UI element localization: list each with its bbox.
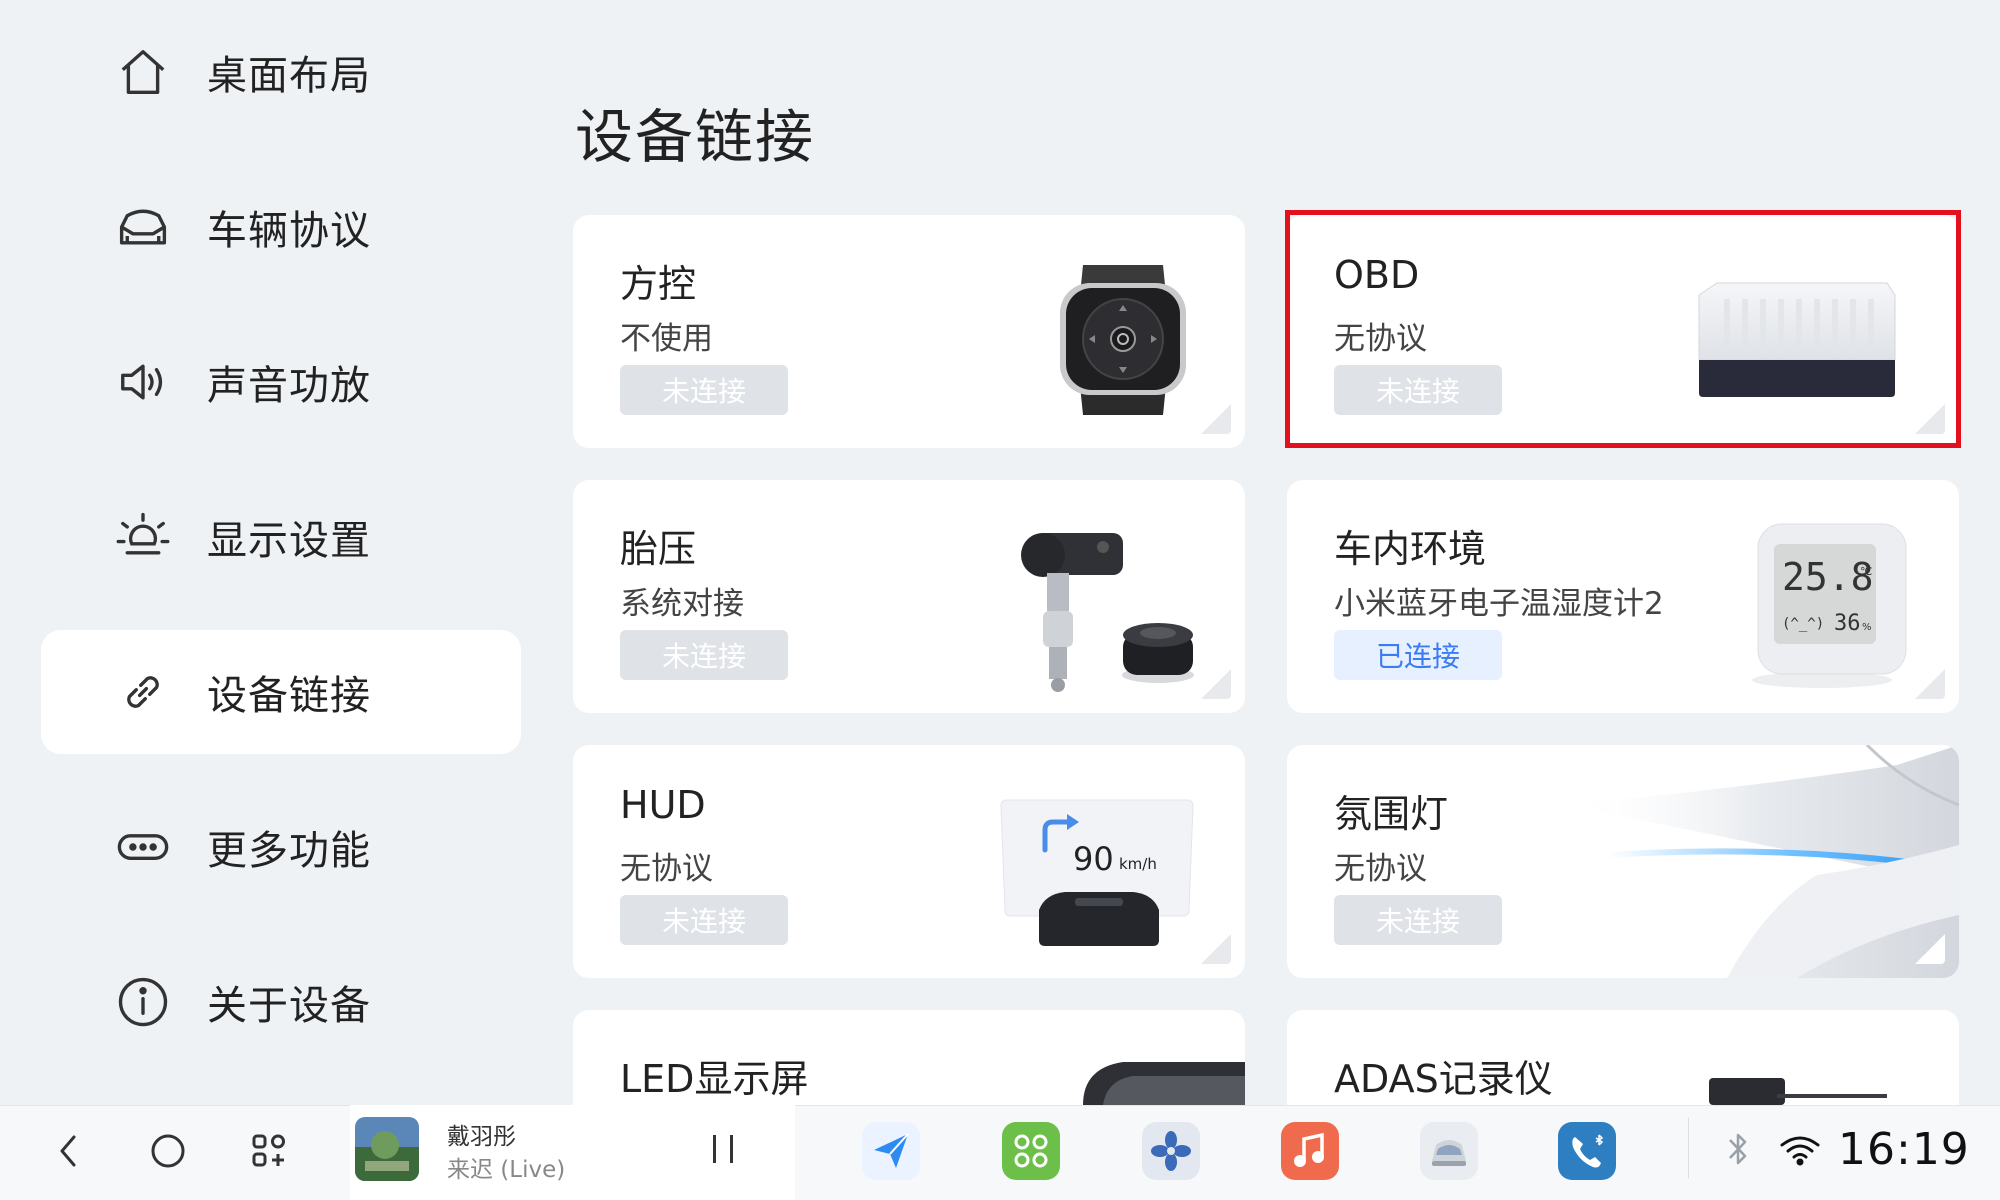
wifi-icon [1778,1133,1822,1167]
device-card-ambient-light[interactable]: 氛围灯 无协议 未连接 [1287,745,1959,978]
humidity-unit: % [1862,622,1872,633]
status-badge: 未连接 [1334,365,1502,415]
apps-app-icon[interactable] [1002,1122,1060,1180]
sidebar-item-label: 关于设备 [207,983,371,1029]
pause-icon[interactable] [710,1133,736,1165]
corner-marker [1201,934,1231,964]
phone-app-icon[interactable] [1558,1122,1616,1180]
status-badge: 已连接 [1334,630,1502,680]
corner-marker [1915,934,1945,964]
music-app-icon[interactable] [1281,1122,1339,1180]
card-subtitle: 系统对接 [620,586,744,622]
corner-marker [1201,404,1231,434]
ambient-light-image [1567,745,1959,978]
corner-marker [1201,669,1231,699]
info-icon [113,972,173,1032]
card-title: 氛围灯 [1334,792,1449,836]
status-badge: 未连接 [1334,895,1502,945]
status-badge: 未连接 [620,895,788,945]
fan-app-icon[interactable] [1142,1122,1200,1180]
link-icon [113,662,173,722]
card-subtitle: 无协议 [1334,321,1427,357]
hud-speed: 90 [1073,840,1114,878]
card-title: LED显示屏 [620,1057,809,1101]
status-badge: 未连接 [620,365,788,415]
hud-speed-unit: km/h [1119,855,1157,873]
corner-marker [1915,669,1945,699]
status-badge: 未连接 [620,630,788,680]
album-art[interactable] [355,1117,419,1181]
hud-image: 90 km/h [1000,799,1194,946]
sidebar-item-more-features[interactable]: 更多功能 [41,785,521,909]
sidebar-item-label: 声音功放 [207,363,371,409]
sidebar-item-label: 车辆协议 [207,208,371,254]
sidebar-item-desktop-layout[interactable]: 桌面布局 [41,10,521,134]
device-card-steering-control[interactable]: 方控 不使用 未连接 [573,215,1245,448]
device-card-hud[interactable]: HUD 无协议 未连接 90 km/h [573,745,1245,978]
bluetooth-icon [1725,1130,1751,1168]
status-divider [1688,1118,1689,1178]
sidebar-item-label: 桌面布局 [207,53,371,99]
sidebar-item-label: 显示设置 [207,518,371,564]
adas-recorder-image [1709,1078,1887,1105]
steering-remote-image [1060,265,1186,415]
humidity-readout: 36 [1834,611,1861,636]
car-app-icon[interactable] [1420,1122,1478,1180]
sidebar-item-label: 更多功能 [207,828,371,874]
obd-device-image [1698,282,1896,397]
media-artist: 戴羽彤 [447,1124,516,1150]
card-title: HUD [620,783,706,827]
device-card-adas-recorder[interactable]: ADAS记录仪 [1287,1010,1959,1105]
temperature-unit: ℃ [1860,565,1872,578]
speaker-icon [113,352,173,412]
card-title: 车内环境 [1334,527,1487,571]
thermometer-image: 25.8 ℃ (^_^) 36 % [1752,523,1907,688]
navigation-app-icon[interactable] [862,1122,920,1180]
led-screen-image [1083,1062,1245,1105]
sidebar: 桌面布局 车辆协议 声音功放 显示设置 设备链接 更多功能 关于设备 [0,0,540,1105]
tire-sensor-image [1021,533,1194,692]
brightness-icon [113,507,173,567]
card-subtitle: 无协议 [620,851,713,887]
device-card-obd[interactable]: OBD 无协议 未连接 [1287,215,1959,448]
home-circle-icon[interactable] [142,1125,194,1177]
sidebar-item-label: 设备链接 [207,673,371,719]
device-card-tire-pressure[interactable]: 胎压 系统对接 未连接 [573,480,1245,713]
status-clock: 16:19 [1838,1124,1970,1175]
sidebar-item-about-device[interactable]: 关于设备 [41,940,521,1064]
bottom-bar [0,1105,2000,1200]
card-subtitle: 无协议 [1334,851,1427,887]
sidebar-item-display-settings[interactable]: 显示设置 [41,475,521,599]
card-subtitle: 小米蓝牙电子温湿度计2 [1334,586,1664,622]
card-title: OBD [1334,253,1420,297]
card-title: ADAS记录仪 [1334,1057,1553,1101]
comfort-face: (^_^) [1782,616,1824,632]
device-card-led-display[interactable]: LED显示屏 [573,1010,1245,1105]
car-icon [113,197,173,257]
media-song-title: 来迟 (Live) [447,1157,566,1183]
screen: 桌面布局 车辆协议 声音功放 显示设置 设备链接 更多功能 关于设备 设备链接 … [0,0,2000,1200]
home-icon [113,42,173,102]
corner-marker [1915,404,1945,434]
sidebar-item-vehicle-protocol[interactable]: 车辆协议 [41,165,521,289]
page-title: 设备链接 [575,103,816,171]
device-card-cabin-environment[interactable]: 车内环境 小米蓝牙电子温湿度计2 已连接 25.8 ℃ (^_^) 36 % [1287,480,1959,713]
apps-grid-icon[interactable] [243,1125,295,1177]
sidebar-item-sound-amplifier[interactable]: 声音功放 [41,320,521,444]
sidebar-item-device-link[interactable]: 设备链接 [41,630,521,754]
more-icon [113,817,173,877]
card-subtitle: 不使用 [620,321,713,357]
card-title: 方控 [620,262,697,306]
back-icon[interactable] [43,1125,95,1177]
card-title: 胎压 [620,527,697,571]
